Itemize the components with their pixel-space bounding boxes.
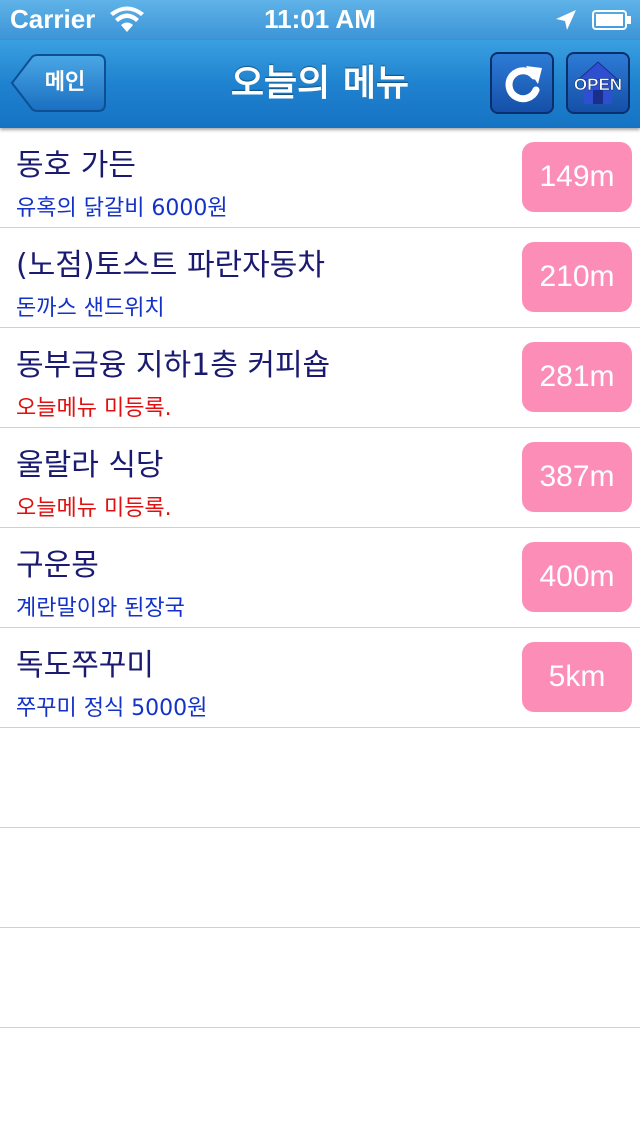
- distance-badge: 400m: [522, 542, 632, 612]
- today-menu: 쭈꾸미 정식 5000원: [16, 696, 208, 721]
- distance-badge: 149m: [522, 142, 632, 212]
- refresh-button[interactable]: [490, 52, 554, 114]
- empty-row: [0, 928, 640, 1028]
- restaurant-name: 독도쭈꾸미: [16, 648, 154, 683]
- open-button[interactable]: OPEN: [566, 52, 630, 114]
- restaurant-name: 구운몽: [16, 548, 99, 583]
- page-title: 오늘의 메뉴: [230, 63, 410, 104]
- distance-badge: 281m: [522, 342, 632, 412]
- restaurant-name: (노점)토스트 파란자동차: [16, 248, 325, 283]
- list-item[interactable]: 울랄라 식당 오늘메뉴 미등록. 387m: [0, 428, 640, 528]
- open-label: OPEN: [574, 75, 622, 94]
- restaurant-name: 동호 가든: [16, 148, 136, 183]
- status-bar: Carrier 11:01 AM: [0, 0, 640, 40]
- back-button[interactable]: 메인: [10, 54, 106, 112]
- empty-row: [0, 828, 640, 928]
- distance-badge: 387m: [522, 442, 632, 512]
- refresh-icon: [505, 66, 542, 103]
- today-menu: 돈까스 샌드위치: [16, 296, 165, 321]
- list-item[interactable]: 구운몽 계란말이와 된장국 400m: [0, 528, 640, 628]
- battery-icon: [592, 10, 631, 30]
- list-item[interactable]: 독도쭈꾸미 쭈꾸미 정식 5000원 5km: [0, 628, 640, 728]
- restaurant-name: 울랄라 식당: [16, 448, 164, 483]
- today-menu: 유혹의 닭갈비 6000원: [16, 196, 228, 221]
- home-icon: OPEN: [574, 61, 622, 104]
- restaurant-name: 동부금융 지하1층 커피숍: [16, 348, 331, 383]
- today-menu: 계란말이와 된장국: [16, 596, 185, 621]
- distance-badge: 5km: [522, 642, 632, 712]
- empty-row: [0, 728, 640, 828]
- restaurant-list: 동호 가든 유혹의 닭갈비 6000원 149m (노점)토스트 파란자동차 돈…: [0, 128, 640, 1028]
- back-button-label: 메인: [44, 70, 86, 95]
- today-menu: 오늘메뉴 미등록.: [16, 396, 172, 421]
- list-item[interactable]: 동호 가든 유혹의 닭갈비 6000원 149m: [0, 128, 640, 228]
- status-time: 11:01 AM: [264, 4, 376, 34]
- location-arrow-icon: [556, 10, 576, 30]
- distance-badge: 210m: [522, 242, 632, 312]
- list-item[interactable]: (노점)토스트 파란자동차 돈까스 샌드위치 210m: [0, 228, 640, 328]
- navigation-bar: 메인 오늘의 메뉴 OPEN: [0, 40, 640, 128]
- today-menu: 오늘메뉴 미등록.: [16, 496, 172, 521]
- list-item[interactable]: 동부금융 지하1층 커피숍 오늘메뉴 미등록. 281m: [0, 328, 640, 428]
